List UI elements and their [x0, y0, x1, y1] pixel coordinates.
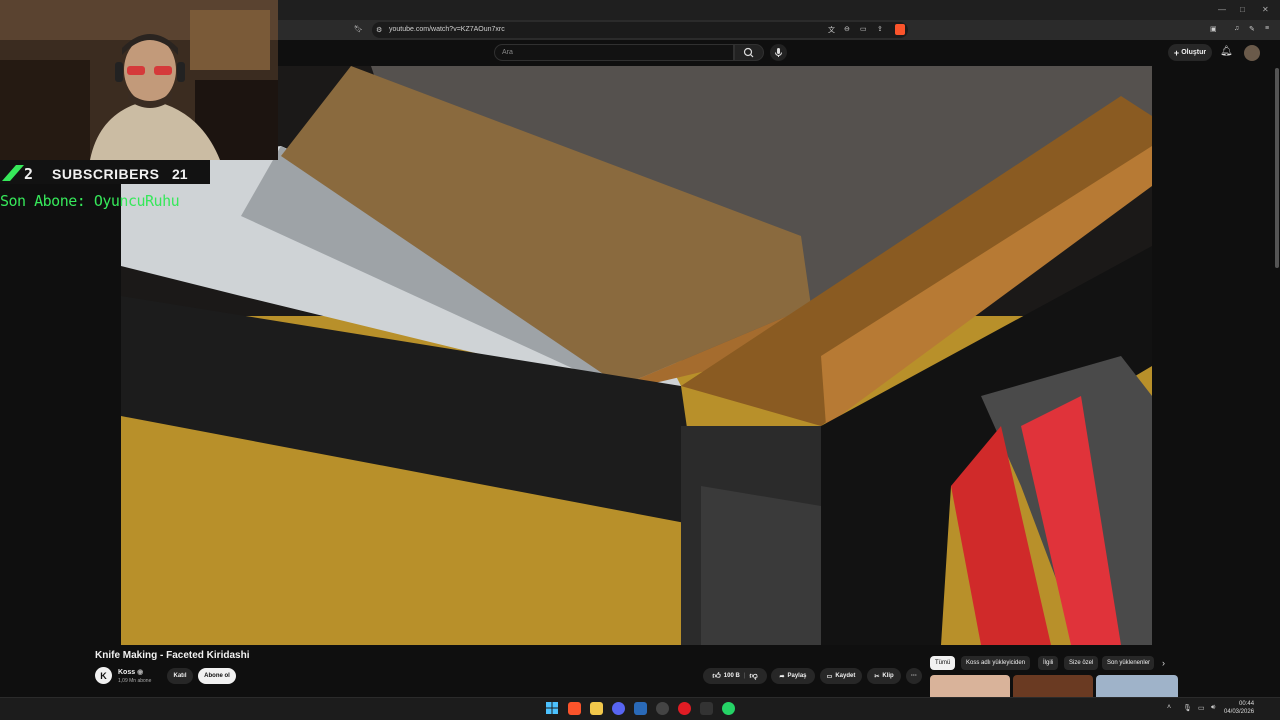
url-text[interactable]: youtube.com/watch?v=KZ7AOun7xrc: [389, 26, 505, 33]
voice-search-button[interactable]: [770, 44, 787, 61]
bookmark-icon[interactable]: 🔖︎: [354, 25, 363, 33]
clip-label: Klip: [882, 673, 894, 679]
lightning-icon: [2, 165, 24, 181]
search-placeholder: Ara: [502, 49, 513, 56]
whatsapp-icon[interactable]: [722, 702, 735, 715]
page-scrollbar-thumb[interactable]: [1275, 68, 1279, 268]
zoom-icon[interactable]: ⊖: [844, 25, 850, 33]
steam-icon[interactable]: [634, 702, 647, 715]
recommended-thumbnail[interactable]: [1096, 675, 1178, 697]
clip-button[interactable]: ✂ Klip: [867, 668, 901, 684]
account-avatar[interactable]: [1244, 45, 1260, 61]
maximize-icon[interactable]: □: [1240, 5, 1245, 14]
translate-icon[interactable]: 文: [828, 25, 835, 35]
verified-icon: ◉: [137, 669, 144, 676]
webcam-overlay: [0, 0, 278, 160]
close-icon[interactable]: ✕: [1262, 5, 1269, 14]
discord-icon[interactable]: [612, 702, 625, 715]
subscribers-number: 21: [172, 166, 188, 182]
scissors-icon: ✂: [874, 673, 880, 680]
chip-from-uploader[interactable]: Koss adlı yükleyiciden: [961, 656, 1031, 670]
sidebar-icon[interactable]: ▣: [1210, 25, 1217, 33]
chip-related[interactable]: İlgili: [1038, 656, 1059, 670]
recommended-thumbnail[interactable]: [1013, 675, 1093, 697]
chip-all[interactable]: Tümü: [930, 656, 956, 670]
subscribers-label: SUBSCRIBERS: [52, 166, 160, 182]
obs-icon[interactable]: [656, 702, 669, 715]
search-button[interactable]: [734, 44, 764, 61]
channel-avatar[interactable]: K: [95, 667, 112, 684]
notifications-bell-icon[interactable]: 🔔︎: [1220, 46, 1233, 57]
music-icon[interactable]: ♫: [1234, 25, 1239, 32]
windows-start-icon[interactable]: [546, 702, 558, 714]
channel-name-text: Koss: [118, 669, 136, 676]
chip-recent[interactable]: Son yüklenenler: [1102, 656, 1154, 670]
share-label: Paylaş: [787, 673, 807, 679]
opera-icon[interactable]: [678, 702, 691, 715]
search-input[interactable]: Ara: [494, 44, 734, 61]
dislike-icon[interactable]: 👎︎: [749, 671, 757, 681]
create-button[interactable]: + Oluştur: [1168, 44, 1212, 61]
chevron-right-icon[interactable]: ›: [1162, 658, 1165, 668]
more-actions-button[interactable]: ···: [906, 668, 922, 684]
mic-icon: [775, 48, 782, 57]
clock-time: 00:44: [1239, 701, 1255, 707]
plus-icon: +: [1173, 47, 1180, 58]
menu-icon[interactable]: ≡: [1265, 25, 1269, 32]
taskbar-clock[interactable]: 00:44 04/03/2026: [1224, 700, 1254, 716]
divider: |: [743, 673, 746, 679]
like-icon[interactable]: 👍︎: [712, 671, 720, 681]
save-icon: ▭: [826, 673, 833, 680]
brave-browser-icon[interactable]: [568, 702, 581, 715]
minimize-icon[interactable]: —: [1218, 5, 1226, 14]
extensions-icon[interactable]: ✎: [1249, 25, 1255, 33]
streamer-camera: [0, 0, 278, 160]
join-button[interactable]: Katıl: [167, 668, 193, 684]
subscriber-goal-count: 2: [24, 165, 34, 183]
app-icon[interactable]: [700, 702, 713, 715]
file-explorer-icon[interactable]: [590, 702, 603, 715]
recommended-thumbnail[interactable]: [930, 675, 1010, 697]
share-icon: ➦: [779, 673, 785, 680]
share-page-icon[interactable]: ⇪: [877, 25, 883, 33]
search-icon: [743, 47, 754, 58]
clock-date: 04/03/2026: [1224, 709, 1255, 715]
video-title: Knife Making - Faceted Kiridashi: [95, 650, 250, 661]
brave-shield-icon[interactable]: [895, 24, 905, 35]
last-subscriber-text: Son Abone: OyuncuRuhu: [0, 192, 180, 210]
like-dislike-group: 👍︎ 100 B | 👎︎: [703, 668, 767, 684]
channel-subscriber-count: 1,09 Mn abone: [118, 678, 152, 684]
create-label: Oluştur: [1181, 49, 1207, 56]
like-count[interactable]: 100 B: [724, 673, 740, 679]
subscribe-button[interactable]: Abone ol: [198, 668, 236, 684]
share-button[interactable]: ➦ Paylaş: [771, 668, 815, 684]
save-label: Kaydet: [835, 673, 856, 679]
display-tray-icon[interactable]: ▭: [1198, 704, 1205, 712]
tray-chevron-up-icon[interactable]: ˄: [1167, 704, 1171, 711]
save-button[interactable]: ▭ Kaydet: [820, 668, 862, 684]
chip-for-you[interactable]: Size özel: [1064, 656, 1099, 670]
microphone-tray-icon[interactable]: 🎙︎: [1183, 704, 1192, 712]
volume-icon[interactable]: 🔊︎: [1211, 704, 1215, 712]
site-info-icon[interactable]: ⚙: [376, 26, 382, 34]
channel-name[interactable]: Koss ◉: [118, 668, 143, 676]
cast-icon[interactable]: ▭: [860, 25, 867, 33]
